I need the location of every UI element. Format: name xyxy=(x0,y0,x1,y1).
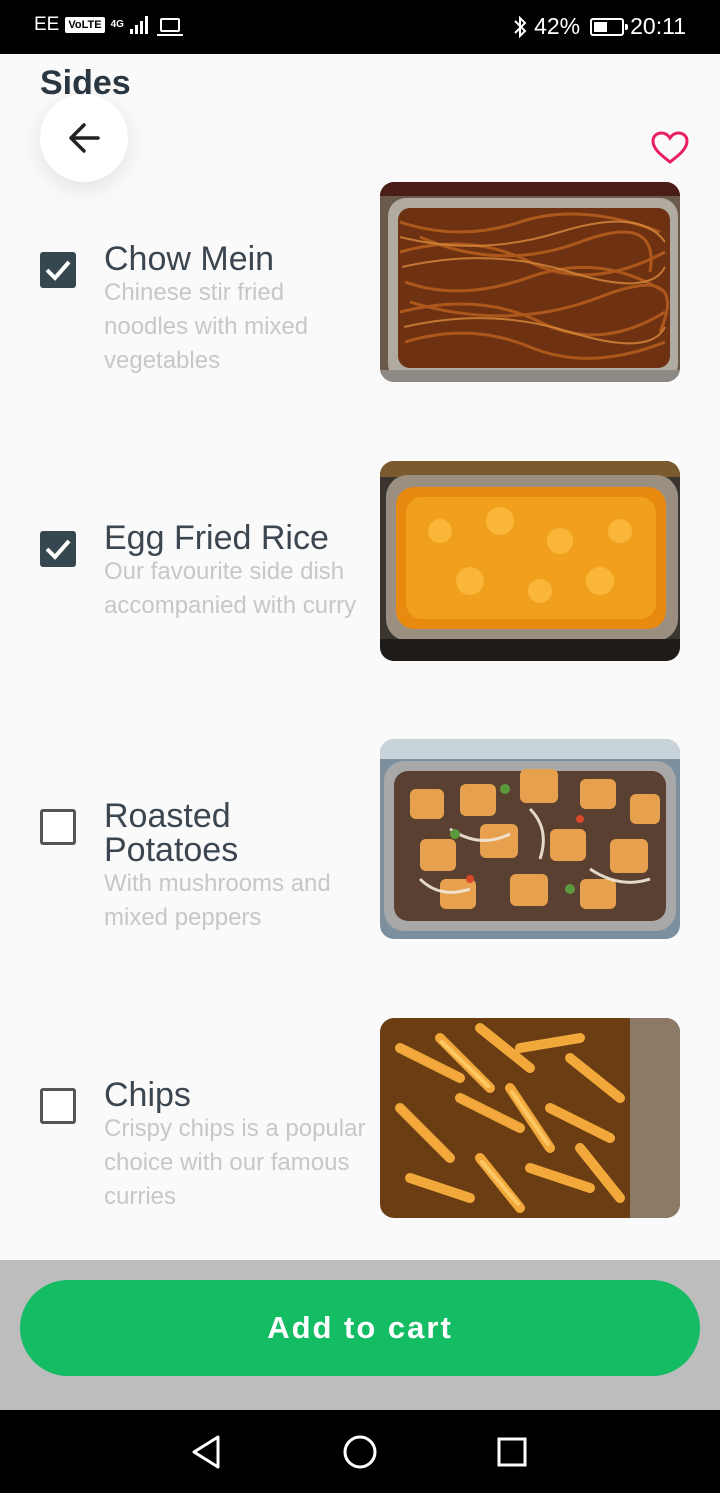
list-item: Chow Mein Chinese stir fried noodles wit… xyxy=(0,182,720,382)
list-item: Chips Crispy chips is a popular choice w… xyxy=(0,1018,720,1218)
item-name: Chow Mein xyxy=(104,240,275,278)
item-text: Roasted Potatoes With mushrooms and mixe… xyxy=(104,799,374,935)
square-recents-icon xyxy=(497,1437,527,1467)
network-type: 4G xyxy=(110,19,124,30)
egg-fried-rice-photo xyxy=(380,461,680,661)
laptop-icon xyxy=(156,18,183,36)
nav-home-button[interactable] xyxy=(338,1430,382,1474)
clock: 20:11 xyxy=(630,13,686,39)
item-name: Egg Fried Rice xyxy=(104,519,329,557)
item-description: Our favourite side dish accompanied with… xyxy=(104,558,357,619)
roasted-potatoes-checkbox[interactable] xyxy=(40,809,76,845)
item-description: With mushrooms and mixed peppers xyxy=(104,870,331,931)
app-screen: Sides Chow Mein Chinese stir fried noodl… xyxy=(0,54,720,1410)
item-text: Chow Mein Chinese stir fried noodles wit… xyxy=(104,242,374,378)
heart-outline-icon xyxy=(651,131,689,164)
chow-mein-photo xyxy=(380,182,680,382)
battery-icon xyxy=(590,17,629,36)
nav-recents-button[interactable] xyxy=(490,1430,534,1474)
add-to-cart-button[interactable]: Add to cart xyxy=(20,1280,700,1376)
arrow-left-icon xyxy=(69,123,100,153)
item-name: Roasted Potatoes xyxy=(104,797,239,869)
checkmark-icon xyxy=(45,539,71,560)
bluetooth-icon xyxy=(514,15,527,38)
cart-bar: Add to cart xyxy=(0,1260,720,1410)
chow-mein-checkbox[interactable] xyxy=(40,252,76,288)
circle-home-icon xyxy=(343,1435,377,1469)
item-name: Chips xyxy=(104,1076,191,1114)
roasted-potatoes-photo xyxy=(380,739,680,939)
item-text: Chips Crispy chips is a popular choice w… xyxy=(104,1078,374,1214)
list-item: Egg Fried Rice Our favourite side dish a… xyxy=(0,461,720,661)
volte-badge: VoLTE xyxy=(65,17,105,33)
chips-checkbox[interactable] xyxy=(40,1088,76,1124)
item-text: Egg Fried Rice Our favourite side dish a… xyxy=(104,521,374,623)
triangle-back-icon xyxy=(192,1435,220,1469)
checkmark-icon xyxy=(45,260,71,281)
status-bar: EE VoLTE 4G 42% 20:11 xyxy=(0,0,720,54)
item-description: Chinese stir fried noodles with mixed ve… xyxy=(104,279,309,374)
item-description: Crispy chips is a popular choice with ou… xyxy=(104,1115,366,1210)
egg-fried-rice-checkbox[interactable] xyxy=(40,531,76,567)
favorite-button[interactable] xyxy=(648,128,692,168)
nav-back-button[interactable] xyxy=(184,1430,228,1474)
signal-icon xyxy=(129,16,148,34)
carrier-name: EE xyxy=(34,14,60,35)
chips-photo xyxy=(380,1018,680,1218)
list-item: Roasted Potatoes With mushrooms and mixe… xyxy=(0,739,720,939)
status-left: EE VoLTE 4G xyxy=(34,14,183,36)
back-button[interactable] xyxy=(40,94,128,182)
status-right: 42% 20:11 xyxy=(512,13,686,40)
battery-percent: 42% xyxy=(534,13,581,39)
system-nav-bar xyxy=(0,1410,720,1493)
